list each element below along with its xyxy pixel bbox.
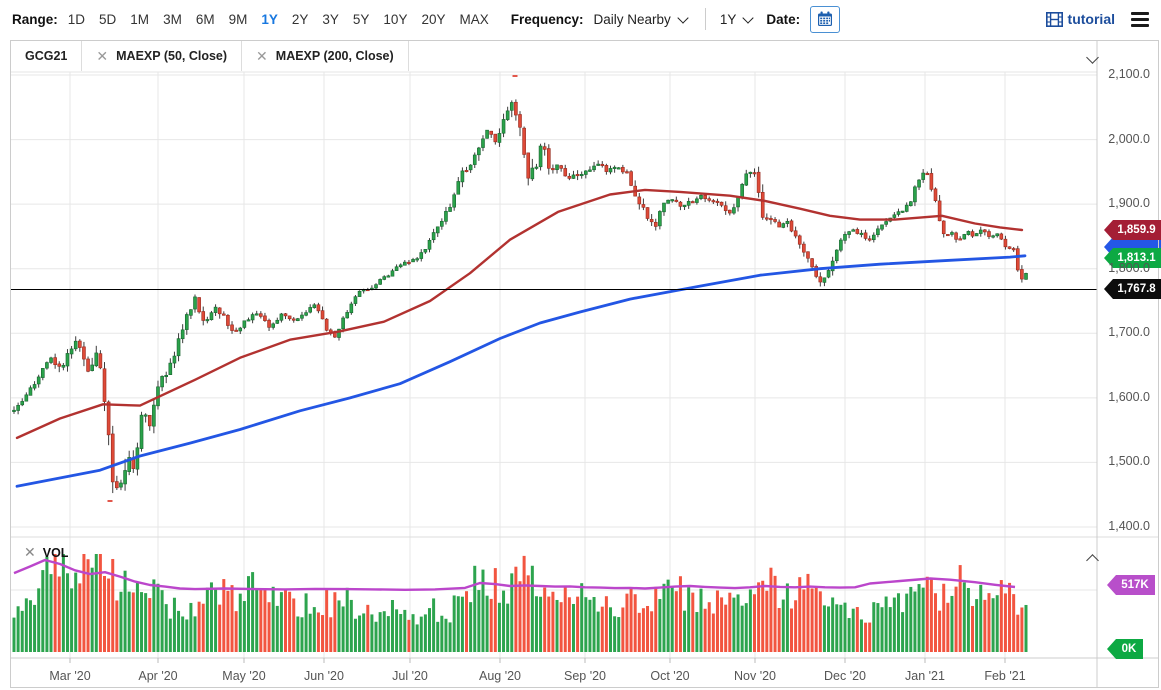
symbol-label: GCG21 bbox=[11, 41, 82, 71]
range-option-3m[interactable]: 3M bbox=[163, 12, 182, 27]
study-label: MAEXP (50, Close) bbox=[116, 49, 227, 63]
chevron-down-icon bbox=[677, 12, 688, 23]
y-axis-label: 1,700.0 bbox=[1100, 325, 1150, 339]
range-option-20y[interactable]: 20Y bbox=[421, 12, 445, 27]
range-option-max[interactable]: MAX bbox=[459, 12, 488, 27]
frequency-label: Frequency: bbox=[511, 12, 584, 27]
close-study-icon[interactable]: ✕ bbox=[256, 48, 268, 65]
range-option-10y[interactable]: 10Y bbox=[383, 12, 407, 27]
volume-bars[interactable] bbox=[13, 554, 1028, 652]
x-axis-label: Jun '20 bbox=[304, 669, 344, 683]
volume-ma-badge: 517K bbox=[1107, 575, 1155, 595]
last-price-badge: 1,767.8 bbox=[1104, 279, 1161, 299]
toolbar-right: tutorial bbox=[1046, 11, 1161, 27]
ma50-line bbox=[17, 190, 1022, 438]
study-tabs: ✕ MAEXP (50, Close) ✕ MAEXP (200, Close) bbox=[82, 41, 408, 71]
tutorial-label: tutorial bbox=[1068, 11, 1115, 27]
x-axis-label: Mar '20 bbox=[49, 669, 90, 683]
x-axis-label: Jul '20 bbox=[392, 669, 428, 683]
volume-label: VOL bbox=[43, 546, 69, 560]
close-study-icon[interactable]: ✕ bbox=[96, 48, 108, 65]
collapse-chart-icon[interactable] bbox=[1080, 52, 1097, 70]
x-axis-label: Dec '20 bbox=[824, 669, 866, 683]
x-axis-label: Aug '20 bbox=[479, 669, 521, 683]
close-volume-icon[interactable]: ✕ bbox=[24, 544, 36, 561]
x-axis-label: Oct '20 bbox=[650, 669, 689, 683]
range-options: 1D 5D 1M 3M 6M 9M 1Y 2Y 3Y 5Y 10Y 20Y MAX bbox=[68, 12, 489, 27]
range-option-1y[interactable]: 1Y bbox=[261, 12, 278, 27]
frequency-dropdown[interactable]: Daily Nearby bbox=[594, 12, 687, 27]
tutorial-link[interactable]: tutorial bbox=[1046, 11, 1115, 27]
duration-dropdown[interactable]: 1Y bbox=[720, 12, 753, 27]
range-option-2y[interactable]: 2Y bbox=[292, 12, 309, 27]
expand-volume-icon[interactable] bbox=[1080, 550, 1097, 568]
x-axis-label: Apr '20 bbox=[138, 669, 177, 683]
y-axis-label: 1,900.0 bbox=[1100, 196, 1150, 210]
range-option-5y[interactable]: 5Y bbox=[353, 12, 370, 27]
range-label: Range: bbox=[12, 12, 58, 27]
low-marker bbox=[108, 500, 113, 502]
y-axis-label: 1,500.0 bbox=[1100, 454, 1150, 468]
candlestick-series[interactable] bbox=[13, 99, 1028, 493]
y-axis-label: 1,400.0 bbox=[1100, 519, 1150, 533]
price-volume-chart-canvas[interactable] bbox=[0, 0, 1161, 690]
ma50-value-badge: 1,859.9 bbox=[1104, 220, 1161, 240]
study-label: MAEXP (200, Close) bbox=[276, 49, 394, 63]
range-option-9m[interactable]: 9M bbox=[229, 12, 248, 27]
x-axis-label: Jan '21 bbox=[905, 669, 945, 683]
y-axis-label: 1,600.0 bbox=[1100, 390, 1150, 404]
video-tutorial-icon bbox=[1046, 12, 1063, 27]
chart-app: Range: 1D 5D 1M 3M 6M 9M 1Y 2Y 3Y 5Y 10Y 20Y MAX Fre… bbox=[0, 0, 1161, 690]
calendar-icon bbox=[817, 11, 833, 27]
date-label: Date: bbox=[766, 12, 800, 27]
menu-icon[interactable] bbox=[1131, 12, 1149, 27]
x-axis-label: Feb '21 bbox=[984, 669, 1025, 683]
y-axis-label: 2,000.0 bbox=[1100, 132, 1150, 146]
top-toolbar: Range: 1D 5D 1M 3M 6M 9M 1Y 2Y 3Y 5Y 10Y 20Y MAX Fre… bbox=[0, 0, 1161, 38]
toolbar-divider bbox=[705, 8, 706, 30]
chevron-down-icon bbox=[743, 12, 754, 23]
high-marker bbox=[513, 75, 518, 77]
range-option-1m[interactable]: 1M bbox=[130, 12, 149, 27]
study-tab-ma50: ✕ MAEXP (50, Close) bbox=[82, 41, 242, 71]
y-axis-label: 1,800.0 bbox=[1100, 261, 1150, 275]
range-option-6m[interactable]: 6M bbox=[196, 12, 215, 27]
range-option-3y[interactable]: 3Y bbox=[322, 12, 339, 27]
x-axis-label: Sep '20 bbox=[564, 669, 606, 683]
range-option-5d[interactable]: 5D bbox=[99, 12, 116, 27]
range-option-1d[interactable]: 1D bbox=[68, 12, 85, 27]
frequency-value: Daily Nearby bbox=[594, 12, 671, 27]
volume-header: ✕ VOL bbox=[24, 544, 68, 561]
x-axis-label: May '20 bbox=[222, 669, 265, 683]
y-axis-label: 2,100.0 bbox=[1100, 67, 1150, 81]
study-tab-ma200: ✕ MAEXP (200, Close) bbox=[242, 41, 409, 71]
duration-value: 1Y bbox=[720, 12, 737, 27]
ma200-line bbox=[17, 256, 1025, 486]
calendar-button[interactable] bbox=[810, 6, 840, 33]
x-axis-label: Nov '20 bbox=[734, 669, 776, 683]
chart-header: GCG21 ✕ MAEXP (50, Close) ✕ MAEXP (200, Clo… bbox=[11, 41, 409, 71]
